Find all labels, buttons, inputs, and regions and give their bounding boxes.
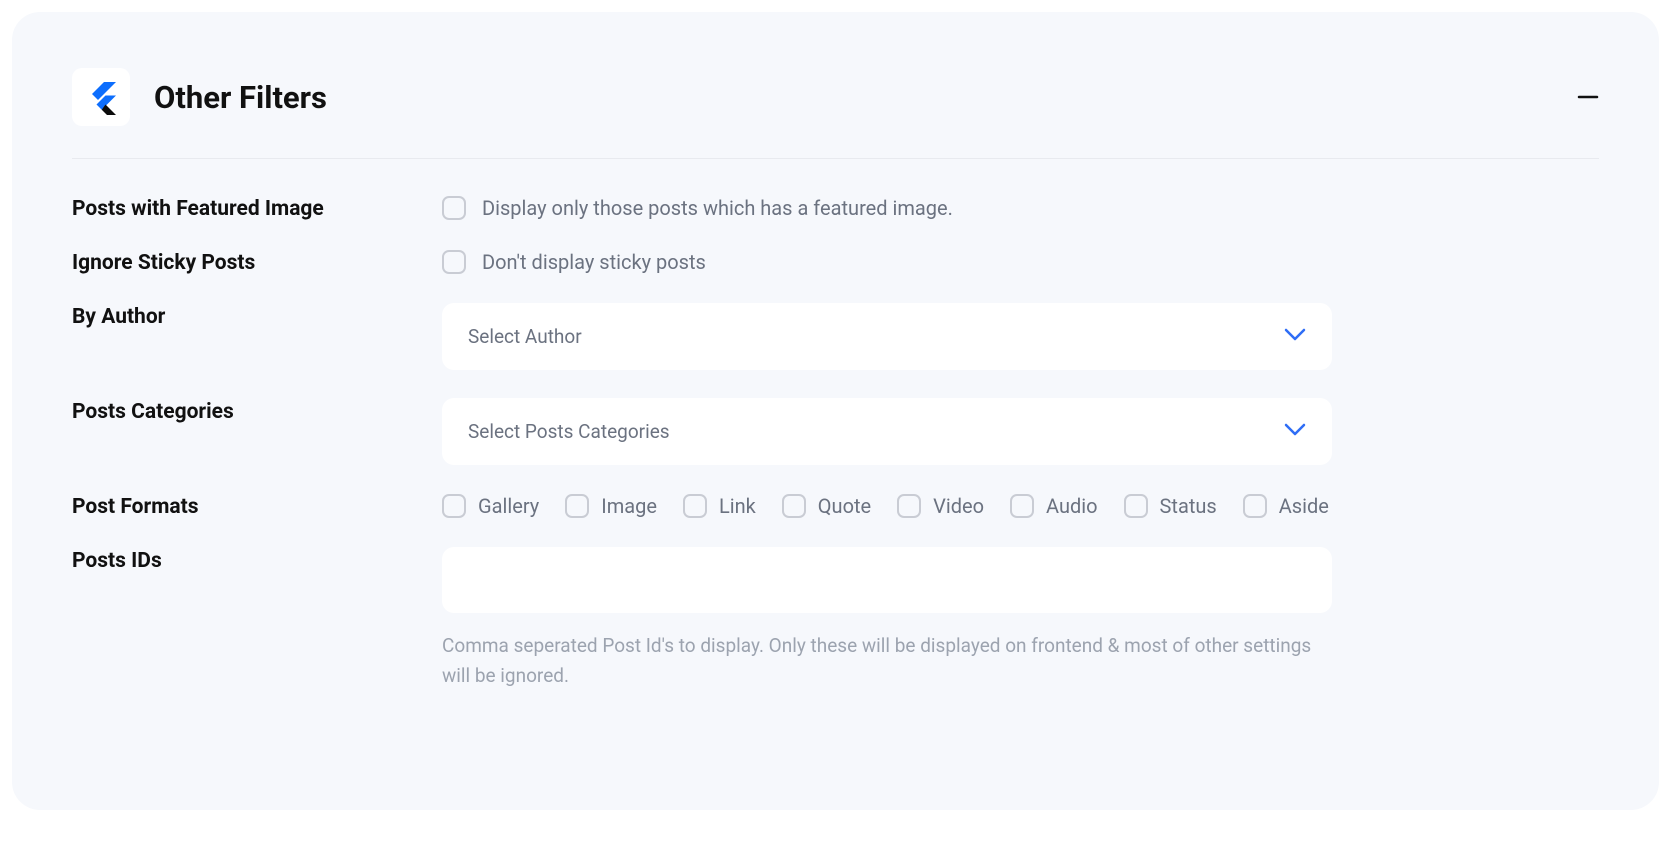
checkbox-label-featured: Display only those posts which has a fea… [482, 196, 953, 220]
checkbox-image[interactable] [565, 494, 589, 518]
checkbox-label-sticky: Don't display sticky posts [482, 250, 706, 274]
checkbox-video[interactable] [897, 494, 921, 518]
label-post-formats: Post Formats [72, 493, 442, 519]
format-label-image: Image [601, 494, 657, 518]
checkbox-quote[interactable] [782, 494, 806, 518]
select-posts-categories[interactable]: Select Posts Categories [442, 398, 1332, 465]
format-item-quote: Quote [782, 494, 871, 518]
panel-title: Other Filters [154, 79, 327, 116]
format-item-image: Image [565, 494, 657, 518]
content-posts-categories: Select Posts Categories [442, 398, 1599, 465]
row-featured-image: Posts with Featured Image Display only t… [72, 195, 1599, 221]
chevron-down-icon [1284, 422, 1306, 441]
format-item-gallery: Gallery [442, 494, 539, 518]
row-posts-ids: Posts IDs Comma seperated Post Id's to d… [72, 547, 1599, 692]
collapse-button[interactable] [1577, 86, 1599, 108]
other-filters-panel: Other Filters Posts with Featured Image … [12, 12, 1659, 810]
input-posts-ids[interactable] [442, 547, 1332, 613]
select-author[interactable]: Select Author [442, 303, 1332, 370]
format-item-aside: Aside [1243, 494, 1329, 518]
content-post-formats: Gallery Image Link Quote Video [442, 494, 1599, 518]
format-label-aside: Aside [1279, 494, 1329, 518]
format-checkboxes: Gallery Image Link Quote Video [442, 494, 1599, 518]
row-ignore-sticky: Ignore Sticky Posts Don't display sticky… [72, 249, 1599, 275]
format-label-gallery: Gallery [478, 494, 539, 518]
select-author-placeholder: Select Author [468, 325, 582, 348]
logo-box [72, 68, 130, 126]
checkbox-featured-image[interactable] [442, 196, 466, 220]
checkbox-aside[interactable] [1243, 494, 1267, 518]
checkbox-line-featured: Display only those posts which has a fea… [442, 196, 1599, 220]
format-item-audio: Audio [1010, 494, 1098, 518]
content-by-author: Select Author [442, 303, 1599, 370]
format-item-link: Link [683, 494, 756, 518]
checkbox-audio[interactable] [1010, 494, 1034, 518]
minus-icon [1577, 86, 1599, 108]
content-posts-ids: Comma seperated Post Id's to display. On… [442, 547, 1599, 692]
checkbox-line-sticky: Don't display sticky posts [442, 250, 1599, 274]
format-label-quote: Quote [818, 494, 871, 518]
content-featured-image: Display only those posts which has a fea… [442, 196, 1599, 220]
format-item-status: Status [1124, 494, 1217, 518]
format-item-video: Video [897, 494, 984, 518]
flutter-logo-icon [83, 79, 119, 115]
format-label-link: Link [719, 494, 756, 518]
format-label-status: Status [1160, 494, 1217, 518]
chevron-down-icon [1284, 327, 1306, 346]
panel-header: Other Filters [72, 68, 1599, 159]
select-categories-placeholder: Select Posts Categories [468, 420, 670, 443]
panel-header-left: Other Filters [72, 68, 327, 126]
checkbox-status[interactable] [1124, 494, 1148, 518]
row-by-author: By Author Select Author [72, 303, 1599, 370]
label-ignore-sticky: Ignore Sticky Posts [72, 249, 442, 275]
row-post-formats: Post Formats Gallery Image Link Quote [72, 493, 1599, 519]
format-label-video: Video [933, 494, 984, 518]
content-ignore-sticky: Don't display sticky posts [442, 250, 1599, 274]
label-by-author: By Author [72, 303, 442, 329]
label-featured-image: Posts with Featured Image [72, 195, 442, 221]
label-posts-ids: Posts IDs [72, 547, 442, 573]
checkbox-ignore-sticky[interactable] [442, 250, 466, 274]
label-posts-categories: Posts Categories [72, 398, 442, 424]
helper-posts-ids: Comma seperated Post Id's to display. On… [442, 631, 1332, 692]
row-posts-categories: Posts Categories Select Posts Categories [72, 398, 1599, 465]
checkbox-link[interactable] [683, 494, 707, 518]
format-label-audio: Audio [1046, 494, 1098, 518]
checkbox-gallery[interactable] [442, 494, 466, 518]
